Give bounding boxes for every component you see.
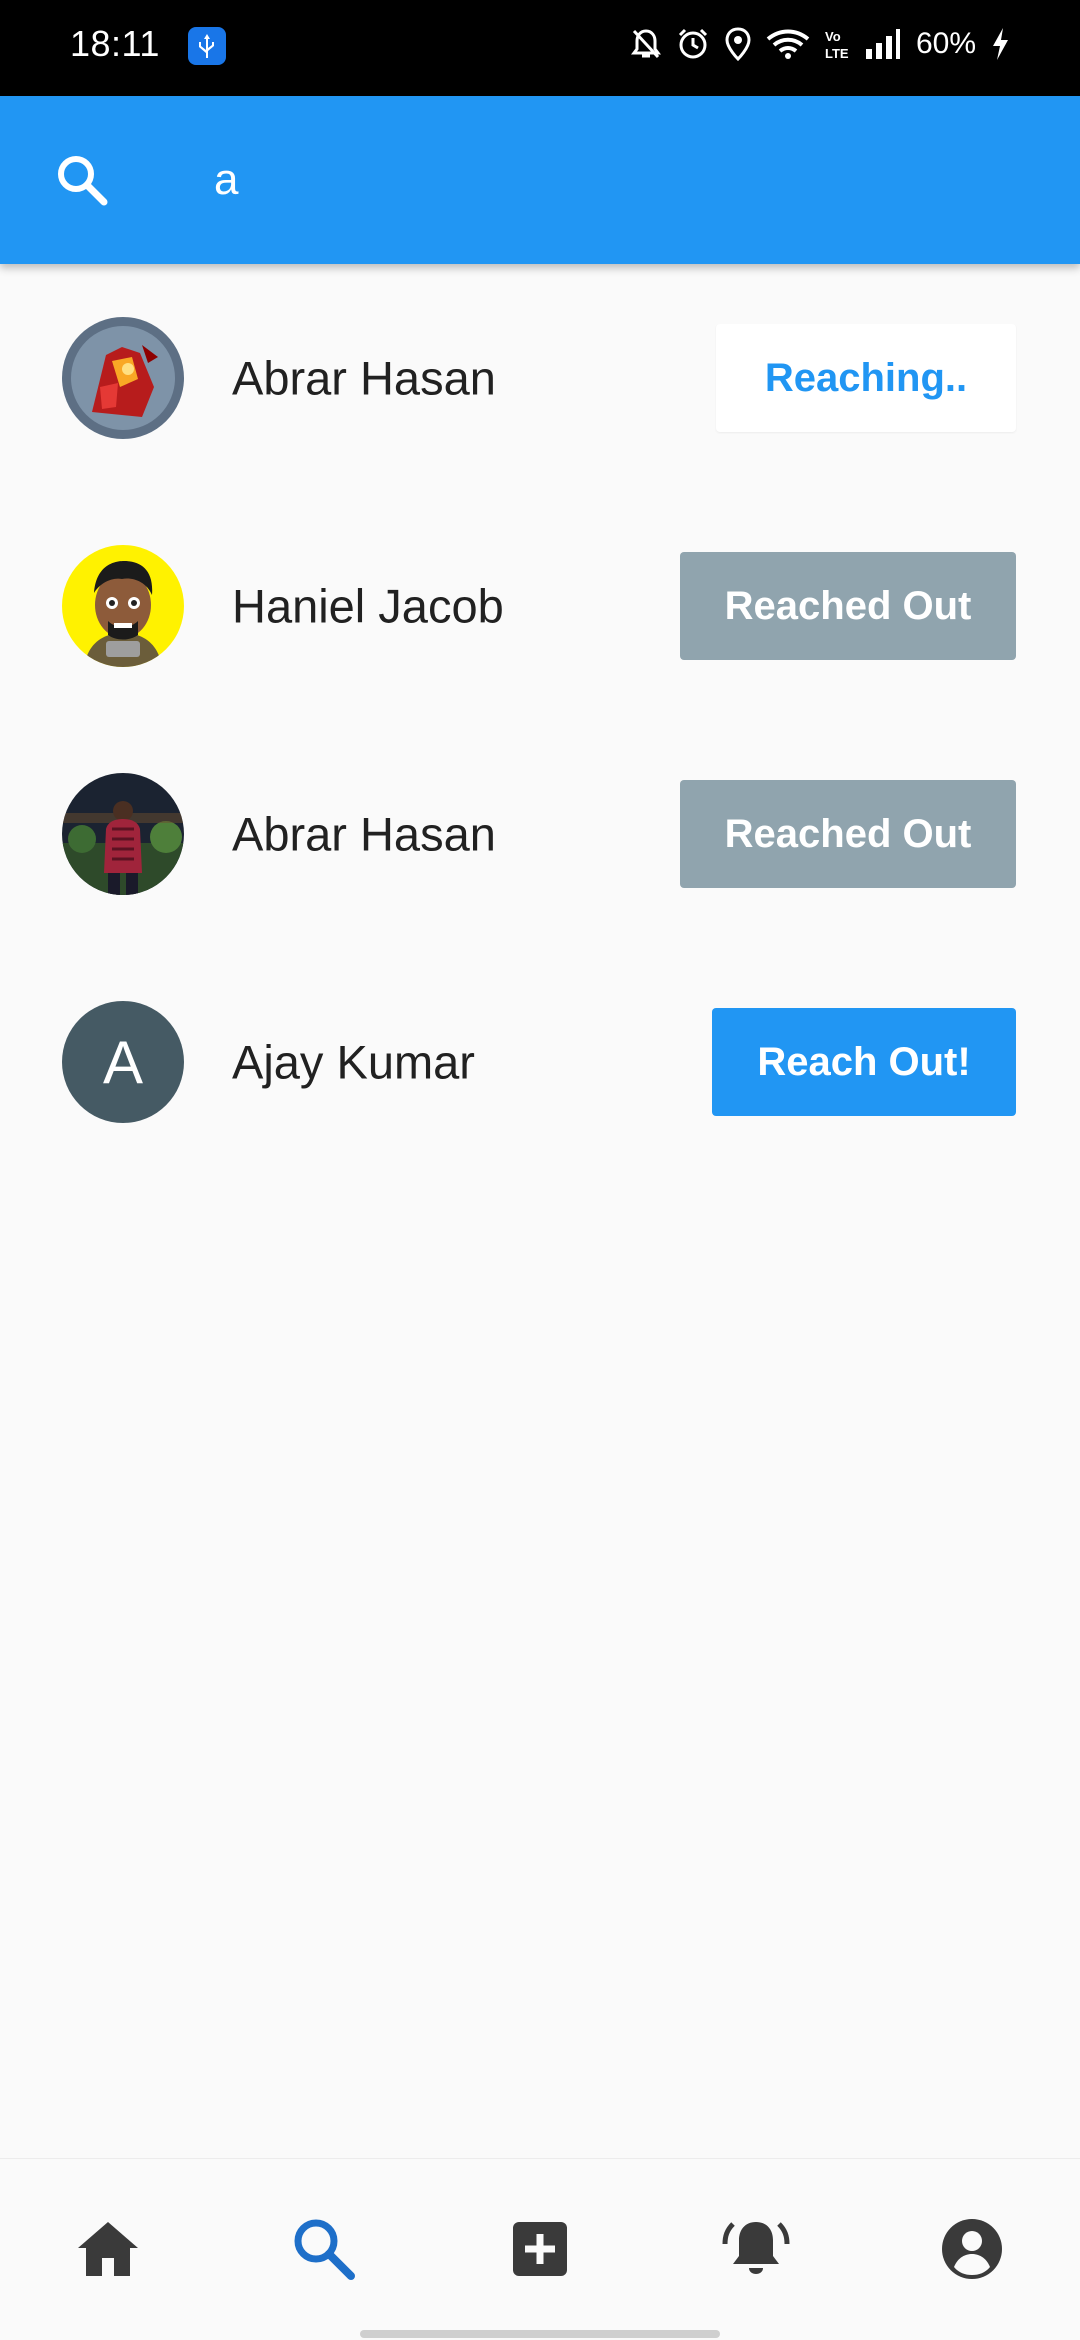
svg-text:Vo: Vo [825,29,841,44]
notifications-icon[interactable] [716,2209,796,2289]
status-time: 18:11 [70,23,160,64]
user-name[interactable]: Abrar Hasan [232,351,496,406]
usb-icon [188,27,226,65]
signal-icon [865,29,900,59]
charging-icon [993,28,1008,60]
mute-icon [630,29,661,59]
account-icon[interactable] [932,2209,1012,2289]
svg-text:LTE: LTE [825,46,849,61]
user-name[interactable]: Ajay Kumar [232,1035,475,1090]
search-icon[interactable] [52,150,112,210]
user-name[interactable]: Haniel Jacob [232,579,504,634]
search-app-bar [0,96,1080,264]
volte-icon: Vo LTE [825,29,849,61]
avatar-letter[interactable]: A [62,1001,184,1123]
list-item[interactable]: Abrar Hasan Reached Out [0,720,1080,948]
list-item[interactable]: Abrar Hasan Reaching.. [0,264,1080,492]
location-icon [725,27,751,61]
reaching-button[interactable]: Reaching.. [716,324,1016,432]
avatar-iron-man[interactable] [62,317,184,439]
user-name[interactable]: Abrar Hasan [232,807,496,862]
wifi-icon [766,29,810,59]
reached-out-button[interactable]: Reached Out [680,552,1016,660]
home-icon[interactable] [68,2209,148,2289]
add-box-icon[interactable] [500,2209,580,2289]
reached-out-button[interactable]: Reached Out [680,780,1016,888]
list-item[interactable]: Haniel Jacob Reached Out [0,492,1080,720]
avatar-photo[interactable] [62,773,184,895]
avatar-bitmoji[interactable] [62,545,184,667]
reach-out-button[interactable]: Reach Out! [712,1008,1016,1116]
search-icon[interactable] [284,2209,364,2289]
search-input[interactable] [214,140,1014,220]
status-bar: 18:11 Vo LTE 60% [0,0,1080,96]
home-indicator [360,2330,720,2338]
list-item[interactable]: A Ajay Kumar Reach Out! [0,948,1080,1176]
bottom-navigation [0,2158,1080,2340]
battery-percent: 60% [915,27,976,60]
alarm-icon [678,28,708,59]
status-icons: Vo LTE 60% [630,27,1010,61]
